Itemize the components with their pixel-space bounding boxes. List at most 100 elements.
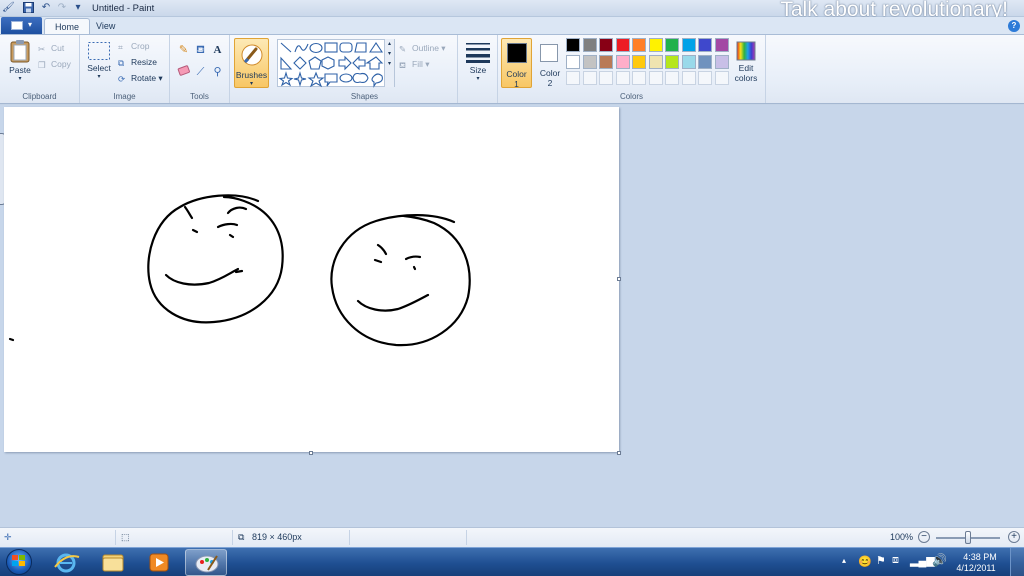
device-icon[interactable]: ⧈ — [892, 554, 899, 567]
palette-swatch-empty[interactable] — [632, 71, 646, 85]
palette-swatch[interactable] — [582, 38, 597, 52]
chevron-down-icon: ▾ — [97, 74, 101, 80]
palette-swatch[interactable] — [665, 54, 679, 69]
left-face-brow-left — [183, 205, 194, 220]
edit-colors-label-line2: colors — [734, 73, 758, 83]
zoom-out-button[interactable]: − — [918, 531, 930, 543]
stray-dot — [8, 337, 15, 342]
paint-menu-button[interactable]: ▾ — [1, 17, 42, 34]
save-icon[interactable] — [22, 2, 34, 14]
palette-swatch[interactable] — [648, 38, 663, 52]
tab-home[interactable]: Home — [44, 18, 91, 35]
text-icon[interactable]: A — [210, 43, 225, 58]
color2-label-line2: 2 — [547, 78, 553, 88]
taskbar-internet-explorer[interactable] — [45, 549, 87, 576]
palette-swatch[interactable] — [615, 38, 630, 52]
palette-swatch-empty[interactable] — [698, 71, 712, 85]
palette-swatch-empty[interactable] — [582, 71, 597, 85]
palette-swatch[interactable] — [599, 54, 613, 69]
drawing-canvas[interactable] — [4, 107, 619, 452]
color1-label-line1: Color — [506, 69, 527, 79]
show-desktop-button[interactable] — [1010, 548, 1024, 576]
zoom-in-button[interactable]: + — [1008, 531, 1020, 543]
taskbar: ▴ 😊 ⚑ ⧈ ▂▄▆ 🔊 4:38 PM 4/12/2011 — [0, 547, 1024, 576]
size-button[interactable]: Size ▾ — [462, 41, 494, 82]
rotate-button[interactable]: ⟳ Rotate ▾ — [118, 71, 163, 85]
network-signal-icon[interactable]: ▂▄▆ — [910, 554, 935, 567]
palette-swatch[interactable] — [648, 54, 663, 69]
canvas-resize-handle-bottom[interactable] — [309, 451, 313, 455]
canvas-resize-handle-corner[interactable] — [617, 451, 621, 455]
crop-label: Crop — [131, 41, 150, 51]
help-icon[interactable]: ? — [1008, 20, 1020, 32]
eraser-icon[interactable] — [176, 65, 191, 80]
resize-button[interactable]: ⧉ Resize — [118, 55, 157, 69]
palette-swatch[interactable] — [681, 38, 696, 52]
palette-swatch[interactable] — [698, 54, 712, 69]
clock-date[interactable]: 4/12/2011 — [952, 563, 1000, 573]
customize-toolbar-icon[interactable]: ▾ — [72, 2, 84, 14]
tab-view[interactable]: View — [86, 18, 125, 35]
outline-button[interactable]: ✎ Outline ▾ — [399, 41, 446, 55]
undo-icon[interactable]: ↶ — [40, 2, 52, 14]
paste-button[interactable]: Paste ▾ — [6, 39, 34, 82]
fill-icon[interactable]: ⛾ — [193, 43, 208, 58]
image-group-label: Image — [113, 92, 136, 101]
more-shapes-icon: ▾ — [387, 61, 391, 67]
pencil-icon[interactable]: ✎ — [176, 43, 191, 58]
brushes-button[interactable]: Brushes ▾ — [234, 38, 269, 88]
palette-swatch[interactable] — [714, 54, 729, 69]
palette-swatch[interactable] — [714, 38, 729, 52]
zoom-slider-thumb[interactable] — [965, 531, 971, 544]
show-hidden-icons[interactable]: ▴ — [842, 556, 846, 565]
palette-swatch-empty[interactable] — [615, 71, 630, 85]
color-picker-icon[interactable]: ⟋ — [193, 65, 208, 80]
canvas-resize-handle-right[interactable] — [617, 277, 621, 281]
copy-button[interactable]: ❐ Copy — [38, 57, 71, 71]
palette-swatch-empty[interactable] — [648, 71, 663, 85]
color1-button[interactable]: Color 1 — [501, 38, 532, 89]
taskbar-file-explorer[interactable] — [92, 549, 134, 576]
clock-time[interactable]: 4:38 PM — [960, 552, 1000, 562]
palette-swatch-empty[interactable] — [681, 71, 696, 85]
palette-swatch[interactable] — [632, 38, 646, 52]
palette-swatch[interactable] — [665, 38, 679, 52]
color2-button[interactable]: Color 2 — [536, 38, 564, 88]
palette-swatch[interactable] — [615, 54, 630, 69]
messenger-icon[interactable]: 😊 — [858, 555, 872, 568]
left-face-eye-left — [191, 228, 199, 234]
palette-swatch[interactable] — [566, 38, 580, 52]
redo-icon[interactable]: ↷ — [56, 2, 68, 14]
palette-swatch-empty[interactable] — [665, 71, 679, 85]
clipboard-group-label: Clipboard — [22, 92, 57, 101]
shapes-scroll[interactable]: ▴ ▾ ▾ — [384, 39, 394, 87]
palette-swatch[interactable] — [582, 54, 597, 69]
line-width-icon — [466, 43, 490, 63]
palette-swatch[interactable] — [681, 54, 696, 69]
copy-label: Copy — [51, 59, 71, 69]
palette-swatch[interactable] — [632, 54, 646, 69]
paint-icon — [195, 555, 219, 573]
crop-button[interactable]: ⌗ Crop — [118, 39, 149, 53]
palette-swatch-empty[interactable] — [714, 71, 729, 85]
palette-swatch[interactable] — [599, 38, 613, 52]
edit-colors-button[interactable]: Edit colors — [729, 41, 763, 83]
fill-button[interactable]: ⛾ Fill ▾ — [399, 57, 430, 71]
select-button[interactable]: Select ▾ — [84, 41, 114, 80]
palette-swatch[interactable] — [698, 38, 712, 52]
outline-icon: ✎ — [399, 44, 407, 54]
palette-swatch[interactable] — [566, 54, 580, 69]
palette-swatch-empty[interactable] — [599, 71, 613, 85]
brush-icon — [241, 44, 263, 66]
magnifier-icon[interactable]: ⚲ — [210, 65, 225, 80]
volume-icon[interactable]: 🔊 — [932, 553, 947, 567]
paint-app-icon[interactable]: 🖌 — [2, 2, 15, 14]
palette-swatch-empty[interactable] — [566, 71, 580, 85]
taskbar-paint[interactable] — [185, 549, 227, 576]
action-center-icon[interactable]: ⚑ — [876, 554, 886, 567]
taskbar-media-player[interactable] — [138, 549, 180, 576]
start-button[interactable] — [4, 548, 36, 576]
file-explorer-icon — [102, 554, 124, 572]
cut-button[interactable]: ✂ Cut — [38, 41, 64, 55]
shapes-gallery[interactable]: ▴ ▾ ▾ — [277, 39, 395, 88]
